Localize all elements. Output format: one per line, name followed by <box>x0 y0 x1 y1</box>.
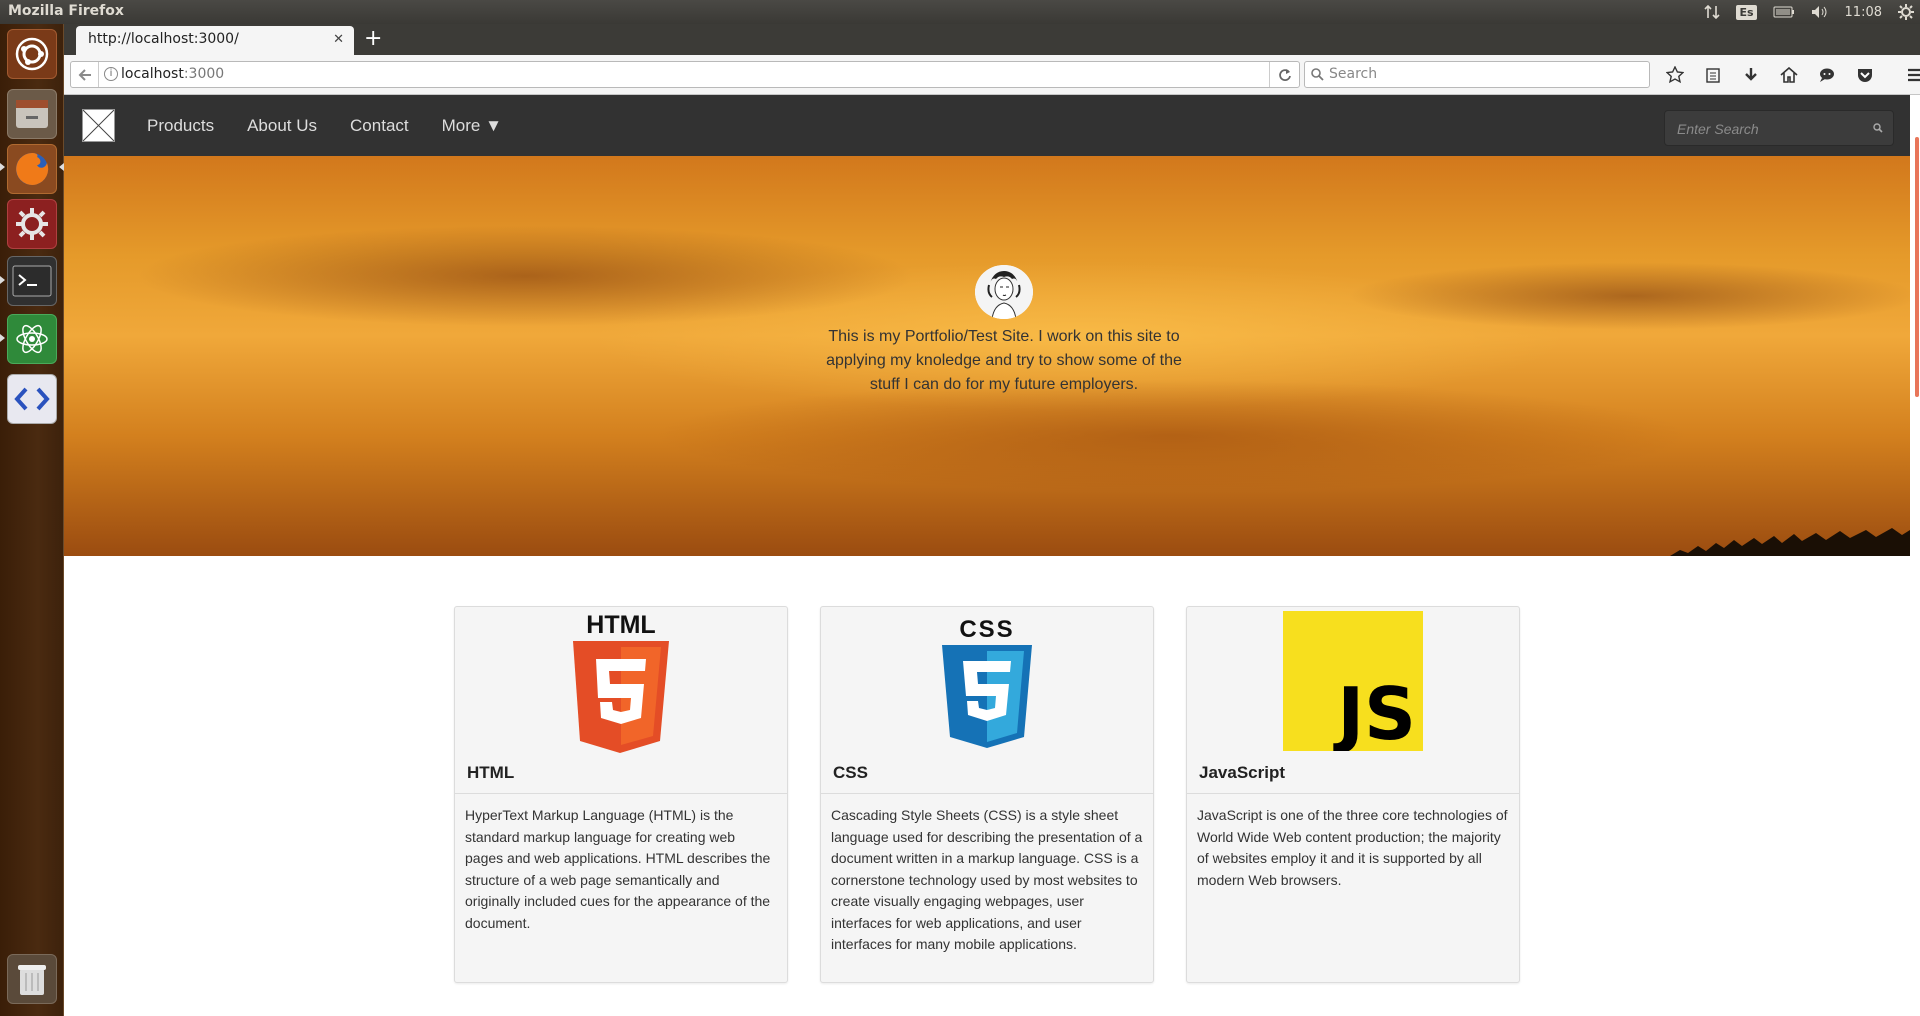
url-text[interactable]: localhost:3000 <box>121 66 224 82</box>
window-title: Mozilla Firefox <box>8 3 124 19</box>
code-editor-icon[interactable] <box>7 374 57 424</box>
html5-logo: HTML <box>455 607 787 757</box>
hamburger-menu-icon[interactable] <box>1902 67 1920 83</box>
tech-cards: HTML HTML HyperText Markup Language (HTM… <box>454 606 1520 983</box>
nav-link-about-us[interactable]: About Us <box>247 116 317 136</box>
home-icon[interactable] <box>1776 66 1802 83</box>
trash-icon[interactable] <box>7 954 57 1004</box>
card-css: CSS CSS Cascading Style Sheets (CSS) is … <box>820 606 1154 983</box>
html5-logo-text: HTML <box>586 611 655 639</box>
card-body: Cascading Style Sheets (CSS) is a style … <box>831 807 1143 952</box>
card-title: CSS <box>833 763 868 782</box>
web-page: Products About Us Contact More ▼ Enter S… <box>64 95 1910 1016</box>
reload-icon[interactable] <box>1269 62 1299 87</box>
pocket-icon[interactable] <box>1852 67 1878 83</box>
system-tray: Es 11:08 <box>1704 0 1914 24</box>
os-top-panel: Mozilla Firefox Es 11:08 <box>0 0 1920 24</box>
browser-chrome: http://localhost:3000/ ✕ + i localhost:3… <box>64 24 1920 95</box>
hero-banner: This is my Portfolio/Test Site. I work o… <box>64 156 1910 556</box>
system-settings-icon[interactable] <box>7 199 57 249</box>
keyboard-layout-indicator[interactable]: Es <box>1736 4 1757 20</box>
browser-search-placeholder: Search <box>1329 66 1378 82</box>
profile-avatar <box>975 265 1033 319</box>
atom-editor-icon[interactable] <box>7 314 57 364</box>
card-html: HTML HTML HyperText Markup Language (HTM… <box>454 606 788 983</box>
js-logo-text: JS <box>1332 672 1416 751</box>
site-search-icon[interactable] <box>1873 123 1883 133</box>
tab-close-icon[interactable]: ✕ <box>333 32 344 47</box>
battery-icon[interactable] <box>1773 6 1795 18</box>
terminal-icon[interactable] <box>7 256 57 306</box>
tree-silhouette <box>1670 528 1910 556</box>
chat-icon[interactable] <box>1814 67 1840 83</box>
browser-navbar: i localhost:3000 Search <box>64 55 1920 95</box>
url-port: :3000 <box>183 66 225 82</box>
nav-more-dropdown[interactable]: More ▼ <box>442 116 502 136</box>
hero-intro-text: This is my Portfolio/Test Site. I work o… <box>826 328 1182 393</box>
browser-search-input[interactable]: Search <box>1304 61 1650 88</box>
page-scrollbar-thumb[interactable] <box>1915 137 1919 397</box>
card-body: JavaScript is one of the three core tech… <box>1197 807 1508 888</box>
volume-icon[interactable] <box>1811 5 1829 19</box>
js-logo: JS <box>1187 607 1519 757</box>
ubuntu-dash-icon[interactable] <box>7 29 57 79</box>
nav-link-contact[interactable]: Contact <box>350 116 409 136</box>
card-body: HyperText Markup Language (HTML) is the … <box>465 807 771 931</box>
hero-content: This is my Portfolio/Test Site. I work o… <box>824 265 1184 397</box>
search-icon <box>1311 68 1324 81</box>
css3-logo: CSS <box>821 607 1153 757</box>
new-tab-button[interactable]: + <box>364 27 382 51</box>
toolbar-icons <box>1662 61 1920 88</box>
card-javascript: JS JavaScript JavaScript is one of the t… <box>1186 606 1520 983</box>
url-bar[interactable]: i localhost:3000 <box>70 61 1300 88</box>
network-icon[interactable] <box>1704 5 1721 19</box>
browser-tab-active[interactable]: http://localhost:3000/ ✕ <box>76 26 354 56</box>
back-arrow-icon[interactable] <box>71 62 99 87</box>
settings-gear-icon[interactable] <box>1898 4 1914 20</box>
files-manager-icon[interactable] <box>7 89 57 139</box>
site-nav-links: Products About Us Contact More ▼ <box>147 95 535 156</box>
nav-link-products[interactable]: Products <box>147 116 214 136</box>
site-search-placeholder: Enter Search <box>1677 121 1759 137</box>
bookmark-star-icon[interactable] <box>1662 65 1688 84</box>
clock[interactable]: 11:08 <box>1845 5 1882 20</box>
bookmarks-list-icon[interactable] <box>1700 67 1726 83</box>
url-host: localhost <box>121 66 184 82</box>
site-search-input[interactable]: Enter Search <box>1664 110 1894 146</box>
downloads-icon[interactable] <box>1738 67 1764 83</box>
css3-logo-text: CSS <box>959 616 1014 643</box>
tab-strip: http://localhost:3000/ ✕ + <box>64 24 1920 56</box>
site-info-icon[interactable]: i <box>104 67 118 81</box>
firefox-icon[interactable] <box>7 144 57 194</box>
site-logo-placeholder[interactable] <box>82 109 115 142</box>
tab-title: http://localhost:3000/ <box>88 31 239 47</box>
card-title: JavaScript <box>1199 763 1285 782</box>
site-navbar: Products About Us Contact More ▼ Enter S… <box>64 95 1910 156</box>
card-title: HTML <box>467 763 515 782</box>
os-launcher <box>0 24 64 1016</box>
